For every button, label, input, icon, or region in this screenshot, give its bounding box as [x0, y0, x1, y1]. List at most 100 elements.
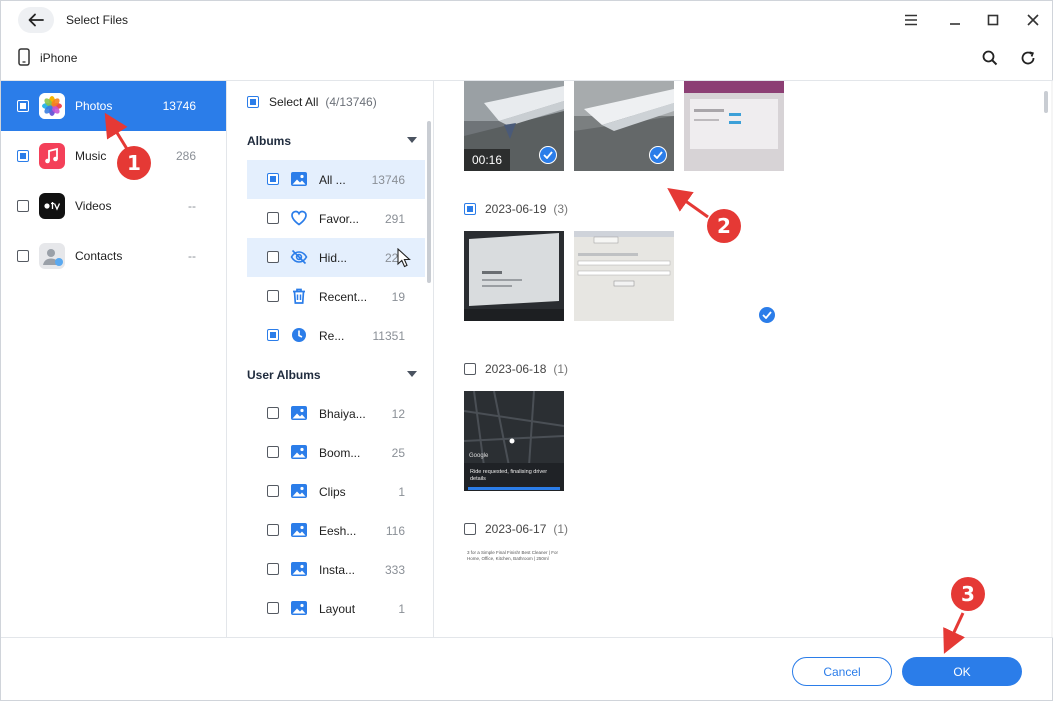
- date-group-checkbox[interactable]: [464, 203, 476, 215]
- album-checkbox[interactable]: [267, 485, 279, 497]
- category-contacts[interactable]: Contacts --: [1, 231, 226, 281]
- user-album-row[interactable]: Layout 1: [247, 589, 425, 628]
- album-checkbox[interactable]: [267, 563, 279, 575]
- device-bar: iPhone: [1, 39, 1053, 81]
- photos-app-icon: [39, 93, 65, 119]
- album-checkbox[interactable]: [267, 329, 279, 341]
- category-videos[interactable]: Videos --: [1, 181, 226, 231]
- music-app-icon: [39, 143, 65, 169]
- album-name: Eesh...: [319, 524, 357, 538]
- date-group-count: (3): [553, 202, 569, 216]
- videos-checkbox[interactable]: [17, 200, 29, 212]
- user-album-row[interactable]: Clips 1: [247, 472, 425, 511]
- album-count: 1: [398, 602, 405, 616]
- category-label: Videos: [75, 199, 112, 213]
- category-label: Photos: [75, 99, 113, 113]
- album-name: Insta...: [319, 563, 356, 577]
- album-count: 13746: [371, 173, 405, 187]
- checkmark-icon[interactable]: [649, 146, 667, 164]
- select-files-window: Select Files iPhone Photos 13746 Music 2…: [0, 0, 1053, 701]
- category-panel: Photos 13746 Music 286 Videos -- Contact…: [1, 81, 227, 637]
- album-count: 11351: [372, 329, 405, 343]
- chevron-down-icon[interactable]: [407, 137, 417, 143]
- date-group-header[interactable]: 2023-06-19 (3): [464, 201, 568, 217]
- category-photos[interactable]: Photos 13746: [1, 81, 226, 131]
- photo-thumbnail[interactable]: [464, 231, 564, 321]
- music-checkbox[interactable]: [17, 150, 29, 162]
- album-name: Hid...: [319, 251, 348, 265]
- menu-button[interactable]: [900, 9, 922, 31]
- minimize-icon: [950, 23, 960, 25]
- album-count: 116: [385, 524, 405, 538]
- photo-thumbnail[interactable]: [574, 231, 674, 321]
- photo-thumbnail-map[interactable]: Google Ride requested, finalising driver…: [464, 391, 564, 491]
- album-name: Clips: [319, 485, 346, 499]
- photo-thumbnail-document[interactable]: 3 for a Simple Final Finish! Best Cleane…: [464, 549, 564, 579]
- video-duration: 00:16: [464, 149, 510, 171]
- hidden-eye-icon: [290, 249, 308, 265]
- album-row-recents[interactable]: Re... 11351: [247, 316, 425, 355]
- user-album-row[interactable]: Insta... 333: [247, 550, 425, 589]
- map-brand: Google: [469, 453, 489, 459]
- user-album-row[interactable]: Eesh... 116: [247, 511, 425, 550]
- album-name: Favor...: [319, 212, 360, 226]
- album-scrollbar[interactable]: [427, 121, 431, 283]
- image-icon: [291, 562, 307, 576]
- date-group-header[interactable]: 2023-06-17 (1): [464, 521, 568, 537]
- album-row-hidden[interactable]: Hid... 228: [247, 238, 425, 277]
- mouse-cursor-icon: [397, 248, 411, 268]
- contacts-checkbox[interactable]: [17, 250, 29, 262]
- maximize-button[interactable]: [982, 9, 1004, 31]
- apple-tv-icon: [39, 193, 65, 219]
- trash-icon: [293, 288, 305, 304]
- album-checkbox[interactable]: [267, 251, 279, 263]
- category-label: Contacts: [75, 249, 123, 263]
- date-group-header[interactable]: 2023-06-18 (1): [464, 361, 568, 377]
- maximize-icon: [987, 14, 999, 26]
- album-row-all[interactable]: All ... 13746: [247, 160, 425, 199]
- category-label: Music: [75, 149, 107, 163]
- album-checkbox[interactable]: [267, 290, 279, 302]
- album-count: 19: [391, 290, 405, 304]
- select-all-row[interactable]: Select All (4/13746): [247, 95, 377, 109]
- chevron-down-icon[interactable]: [407, 371, 417, 377]
- date-group-checkbox[interactable]: [464, 363, 476, 375]
- album-row-recently-deleted[interactable]: Recent... 19: [247, 277, 425, 316]
- back-button[interactable]: [18, 7, 54, 33]
- ok-button[interactable]: OK: [902, 657, 1022, 686]
- checkmark-icon[interactable]: [539, 146, 557, 164]
- category-music[interactable]: Music 286: [1, 131, 226, 181]
- photo-thumbnail[interactable]: [574, 81, 674, 171]
- user-album-row[interactable]: Bhaiya... 12: [247, 394, 425, 433]
- album-checkbox[interactable]: [267, 212, 279, 224]
- cancel-button[interactable]: Cancel: [792, 657, 892, 686]
- grid-scrollbar[interactable]: [1044, 91, 1048, 113]
- image-icon: [291, 484, 307, 498]
- select-all-label: Select All: [269, 95, 319, 109]
- select-all-checkbox[interactable]: [247, 96, 259, 108]
- photos-checkbox[interactable]: [17, 100, 29, 112]
- user-album-row[interactable]: Boom... 25: [247, 433, 425, 472]
- search-button[interactable]: [979, 47, 1001, 69]
- album-checkbox[interactable]: [267, 602, 279, 614]
- category-count: --: [188, 249, 196, 263]
- album-name: Recent...: [319, 290, 368, 304]
- date-group-checkbox[interactable]: [464, 523, 476, 535]
- album-checkbox[interactable]: [267, 173, 279, 185]
- photo-thumbnail[interactable]: [684, 81, 784, 171]
- close-button[interactable]: [1022, 9, 1044, 31]
- arrow-left-icon: [28, 13, 44, 27]
- refresh-button[interactable]: [1017, 47, 1039, 69]
- album-checkbox[interactable]: [267, 446, 279, 458]
- date-group-label: 2023-06-19: [485, 202, 547, 216]
- user-albums-section-header[interactable]: User Albums: [247, 368, 417, 382]
- photo-thumbnail-video[interactable]: 00:16: [464, 81, 564, 171]
- album-checkbox[interactable]: [267, 524, 279, 536]
- checkmark-icon[interactable]: [758, 306, 776, 324]
- image-icon: [291, 523, 307, 537]
- photo-grid: 00:16 2023-06-19 (3) 2023-06-18 (1) Goog…: [434, 81, 1052, 637]
- album-checkbox[interactable]: [267, 407, 279, 419]
- minimize-button[interactable]: [944, 9, 966, 31]
- albums-section-header[interactable]: Albums: [247, 134, 417, 148]
- album-row-favorites[interactable]: Favor... 291: [247, 199, 425, 238]
